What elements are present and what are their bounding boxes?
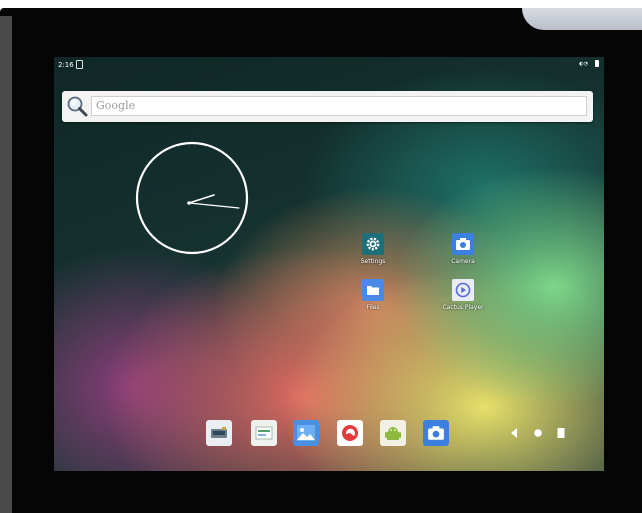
status-bar: 2:16 ◐◔: [54, 57, 604, 73]
camera-app[interactable]: Camera: [428, 233, 498, 265]
home-button[interactable]: [532, 427, 544, 439]
file-manager-icon[interactable]: [251, 420, 277, 446]
sim-icon: [76, 60, 83, 69]
settings-app[interactable]: Settings: [338, 233, 408, 265]
device-bezel-edge: [0, 16, 12, 513]
files-label: Files: [366, 304, 380, 311]
google-search-bar[interactable]: Google: [62, 91, 593, 122]
files-app[interactable]: Files: [338, 279, 408, 311]
settings-label: Settings: [360, 258, 386, 265]
gallery-reader-icon[interactable]: [206, 420, 232, 446]
search-input[interactable]: Google: [91, 96, 587, 116]
back-button[interactable]: [509, 427, 519, 439]
analog-clock-widget[interactable]: [134, 140, 250, 256]
package-installer-icon[interactable]: [380, 420, 406, 446]
status-time: 2:16: [58, 61, 74, 69]
settings-gear-icon: [362, 233, 384, 255]
camera-label: Camera: [451, 258, 475, 265]
recents-button[interactable]: [556, 427, 566, 439]
photos-icon[interactable]: [293, 420, 319, 446]
camera-icon: [452, 233, 474, 255]
device-glare: [522, 8, 642, 30]
files-folder-icon: [362, 279, 384, 301]
browser-icon[interactable]: [337, 420, 363, 446]
battery-icon: [595, 60, 599, 67]
cactus-player-play-icon: [452, 279, 474, 301]
search-icon[interactable]: [65, 94, 89, 118]
cactus-player-app[interactable]: Cactus Player: [428, 279, 498, 311]
signal-icon: ◐◔: [579, 61, 588, 67]
camera-icon[interactable]: [423, 420, 449, 446]
cactus-player-label: Cactus Player: [442, 304, 484, 311]
home-screen: 2:16 ◐◔ Google Settings Camera Files Cac…: [54, 57, 604, 471]
